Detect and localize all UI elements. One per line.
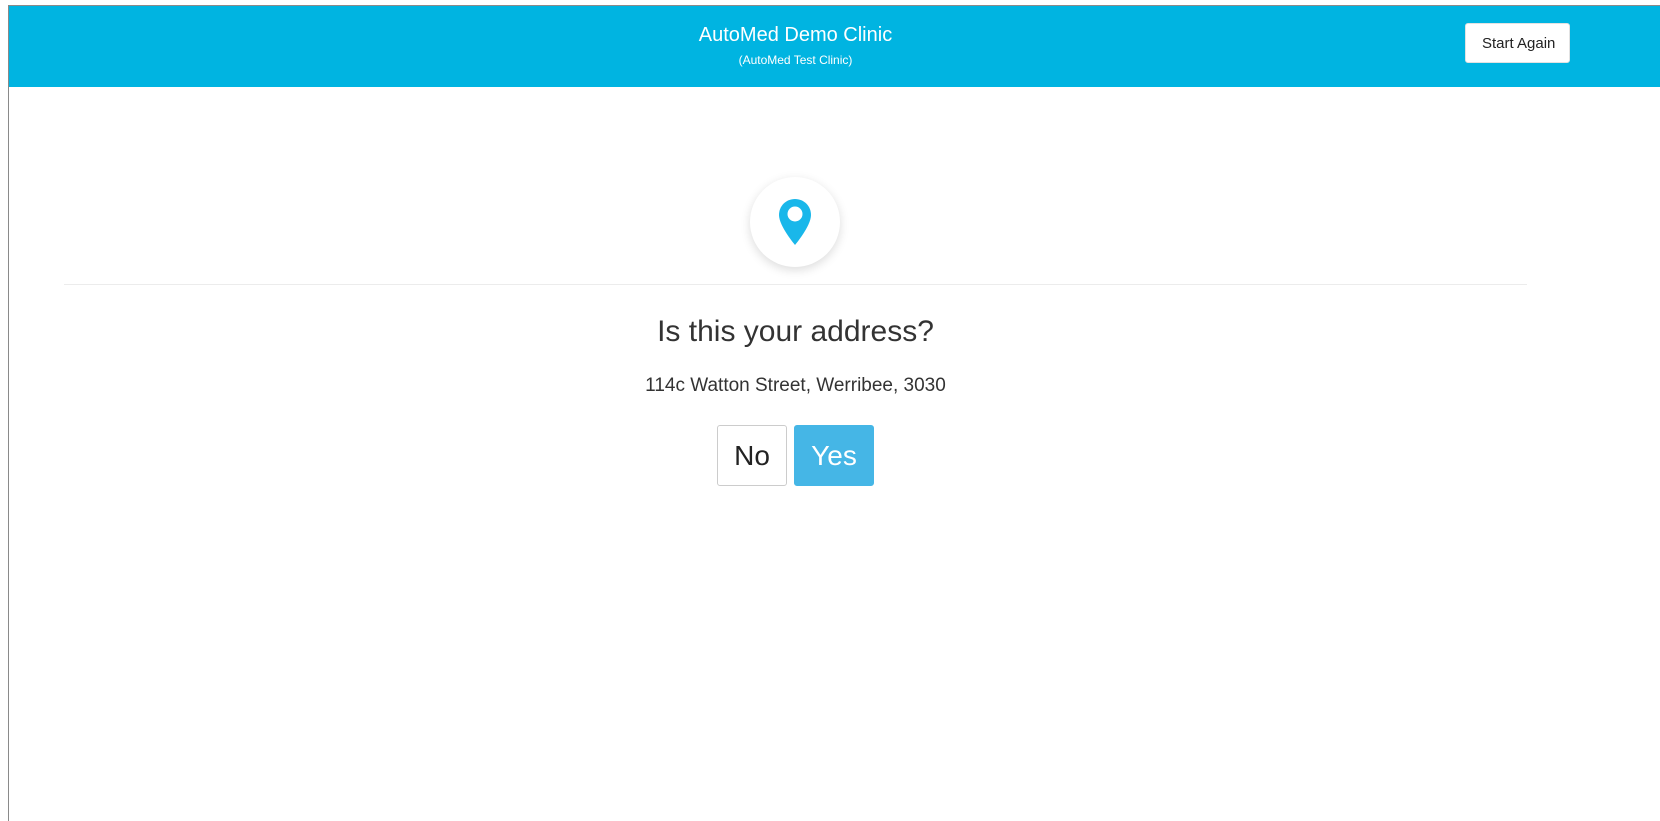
address-text: 114c Watton Street, Werribee, 3030 <box>645 375 946 396</box>
address-question: Is this your address? <box>657 315 934 348</box>
location-icon-badge <box>750 177 840 267</box>
map-pin-icon <box>779 199 811 245</box>
clinic-name: AutoMed Demo Clinic <box>698 24 893 46</box>
app-window: AutoMed Demo Clinic (AutoMed Test Clinic… <box>8 5 1660 821</box>
clinic-subtitle: (AutoMed Test Clinic) <box>738 53 853 67</box>
no-button[interactable]: No <box>717 425 787 486</box>
header-bar: AutoMed Demo Clinic (AutoMed Test Clinic… <box>9 6 1660 87</box>
start-again-button[interactable]: Start Again <box>1465 23 1571 63</box>
header-titles: AutoMed Demo Clinic (AutoMed Test Clinic… <box>9 6 1582 68</box>
yes-button[interactable]: Yes <box>794 425 874 486</box>
section-divider <box>64 284 1527 285</box>
